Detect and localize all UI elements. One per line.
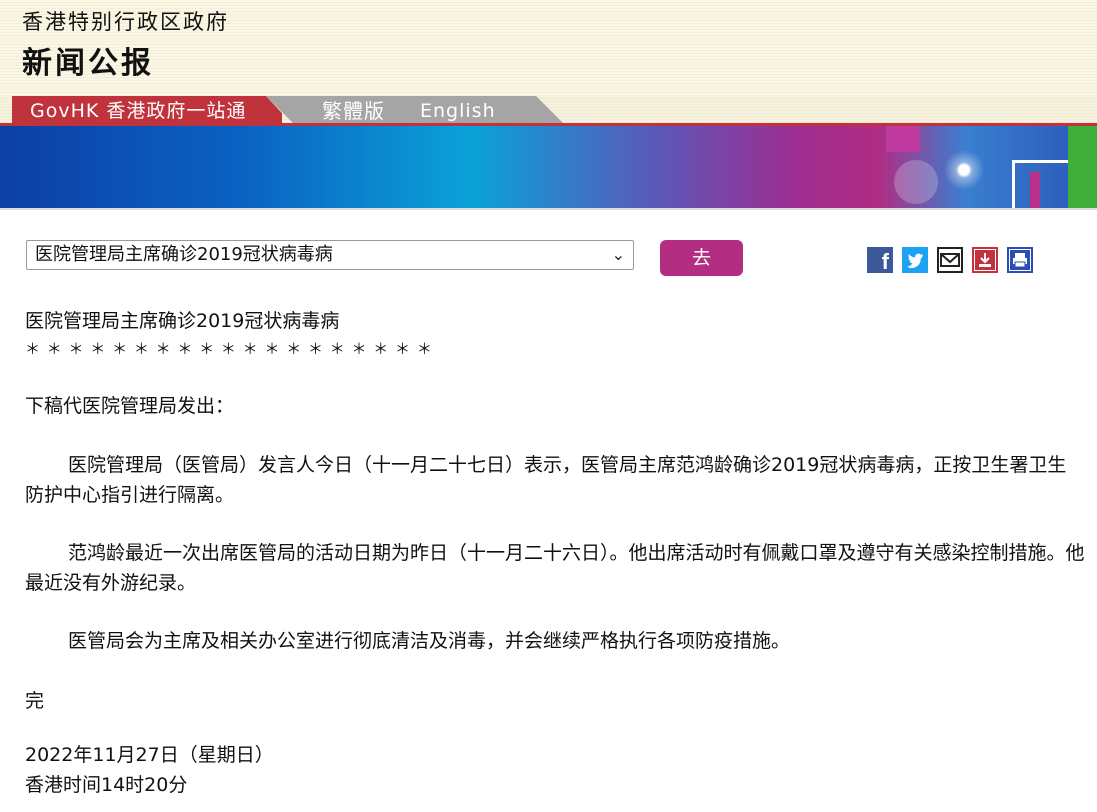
title-underline-stars: ＊ ＊ ＊ ＊ ＊ ＊ ＊ ＊ ＊ ＊ ＊ ＊ ＊ ＊ ＊ ＊ ＊ ＊ ＊ (25, 340, 433, 358)
article-intro: 下稿代医院管理局发出： (25, 395, 235, 417)
select-value: 医院管理局主席确诊2019冠状病毒病 (35, 244, 333, 265)
go-button[interactable]: 去 (660, 240, 743, 276)
english-link[interactable]: English (420, 96, 496, 126)
banner-divider (0, 208, 1097, 210)
news-select-dropdown[interactable]: 医院管理局主席确诊2019冠状病毒病 ⌄ (26, 240, 634, 270)
article-paragraph: 医管局会为主席及相关办公室进行彻底清洁及消毒，并会继续严格执行各项防疫措施。 (68, 630, 791, 652)
email-icon[interactable] (937, 247, 963, 273)
article-paragraph: 范鸿龄最近一次出席医管局的活动日期为昨日（十一月二十六日）。他出席活动时有佩戴口… (25, 542, 1085, 594)
banner-image (0, 126, 1097, 208)
banner-decoration (894, 160, 938, 204)
government-name: 香港特别行政区政府 (22, 10, 229, 34)
print-icon[interactable] (1007, 247, 1033, 273)
article-title: 医院管理局主席确诊2019冠状病毒病 (25, 310, 340, 332)
sparkle-decoration (944, 150, 984, 190)
publish-date: 2022年11月27日（星期日） (25, 744, 274, 766)
top-nav: GovHK 香港政府一站通 繁體版 English (0, 96, 1097, 126)
banner-decoration (1068, 126, 1097, 208)
page-title: 新闻公报 (22, 46, 154, 81)
article-end-mark: 完 (25, 690, 45, 712)
article-paragraph: 医院管理局（医管局）发言人今日（十一月二十七日）表示，医管局主席范鸿龄确诊201… (25, 454, 1067, 506)
publish-time: 香港时间14时20分 (25, 774, 188, 796)
banner-decoration (886, 126, 920, 152)
language-bar (266, 96, 566, 126)
traditional-chinese-link[interactable]: 繁體版 (322, 96, 385, 126)
facebook-icon[interactable]: f (867, 247, 893, 273)
twitter-icon[interactable] (902, 247, 928, 273)
header: 香港特别行政区政府 新闻公报 (0, 0, 1097, 96)
save-icon[interactable] (972, 247, 998, 273)
chevron-down-icon: ⌄ (611, 245, 625, 264)
govhk-link[interactable]: GovHK 香港政府一站通 (12, 96, 282, 126)
